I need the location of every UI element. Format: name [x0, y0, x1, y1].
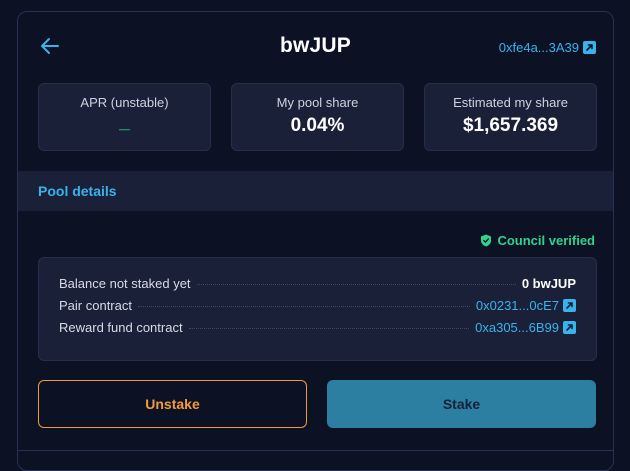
pool-share-value: 0.04% — [290, 115, 345, 136]
reward-fund-link[interactable]: 0xa305...6B99 — [475, 320, 576, 335]
dotted-leader — [196, 284, 516, 285]
apr-card: APR (unstable) _ — [38, 83, 211, 151]
pool-details-box: Balance not staked yet 0 bwJUP Pair cont… — [38, 257, 597, 361]
external-link-icon — [583, 41, 596, 54]
reward-fund-address: 0xa305...6B99 — [475, 320, 559, 335]
pool-share-label: My pool share — [276, 95, 359, 110]
contract-address-text: 0xfe4a...3A39 — [498, 40, 579, 55]
external-link-icon — [563, 299, 576, 312]
estimated-share-label: Estimated my share — [453, 95, 568, 110]
panel-header: bwJUP 0xfe4a...3A39 — [18, 12, 613, 82]
apr-label: APR (unstable) — [80, 95, 169, 110]
pair-contract-link[interactable]: 0x0231...0cE7 — [476, 298, 576, 313]
dotted-leader — [188, 328, 470, 329]
pool-panel: bwJUP 0xfe4a...3A39 APR (unstable) _ My … — [17, 11, 614, 471]
pair-contract-address: 0x0231...0cE7 — [475, 298, 559, 313]
dotted-leader — [137, 306, 470, 307]
stats-row: APR (unstable) _ My pool share 0.04% Est… — [38, 83, 597, 151]
pool-details-title: Pool details — [38, 183, 117, 199]
stake-button[interactable]: Stake — [327, 380, 596, 428]
shield-check-icon — [481, 234, 492, 247]
pool-share-card: My pool share 0.04% — [231, 83, 404, 151]
balance-value: 0 bwJUP — [521, 276, 576, 291]
external-link-icon — [563, 321, 576, 334]
detail-row-pair-contract: Pair contract 0x0231...0cE7 — [59, 298, 576, 320]
estimated-share-card: Estimated my share $1,657.369 — [424, 83, 597, 151]
unstake-button[interactable]: Unstake — [38, 380, 307, 428]
pair-contract-label: Pair contract — [59, 298, 132, 313]
divider — [18, 450, 613, 451]
balance-label: Balance not staked yet — [59, 276, 191, 291]
apr-value: _ — [119, 112, 130, 133]
estimated-share-value: $1,657.369 — [462, 115, 559, 136]
reward-fund-label: Reward fund contract — [59, 320, 183, 335]
council-verified-label: Council verified — [497, 233, 595, 248]
council-verified-badge: Council verified — [480, 233, 595, 248]
detail-row-reward-fund: Reward fund contract 0xa305...6B99 — [59, 320, 576, 342]
pool-details-header: Pool details — [18, 171, 613, 211]
contract-address-link[interactable]: 0xfe4a...3A39 — [499, 40, 596, 55]
detail-row-balance: Balance not staked yet 0 bwJUP — [59, 276, 576, 298]
